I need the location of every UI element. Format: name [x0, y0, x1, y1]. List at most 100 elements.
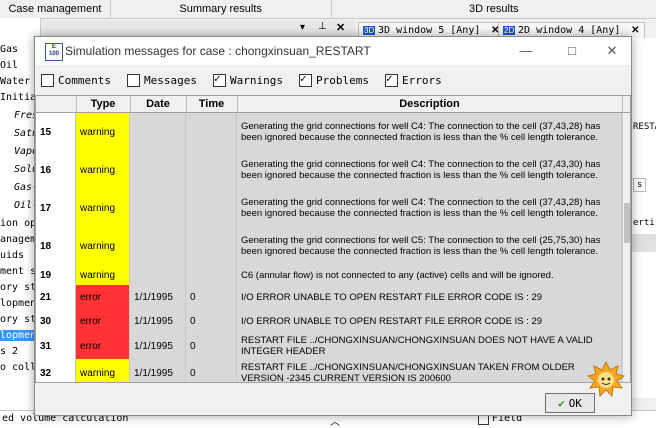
tree-item[interactable]: uids: [0, 250, 24, 261]
messages-checkbox[interactable]: [127, 74, 140, 87]
filter-errors-label: Errors: [402, 74, 442, 87]
col-header-num[interactable]: [36, 96, 77, 112]
filter-comments[interactable]: Comments: [41, 74, 111, 87]
row-type: error: [76, 309, 130, 333]
table-row[interactable]: 15warning Generating the grid connections…: [36, 113, 622, 152]
row-number: 19: [36, 265, 76, 285]
messages-table: Type Date Time Description 15warningGene…: [35, 95, 631, 383]
row-number: 15: [36, 113, 76, 151]
col-header-description[interactable]: Description: [237, 96, 623, 112]
close-icon[interactable]: ✕: [631, 25, 639, 36]
tab-summary-results[interactable]: Summary results: [111, 0, 332, 18]
row-time: 0: [186, 333, 237, 359]
filter-warnings-label: Warnings: [230, 74, 283, 87]
filter-messages[interactable]: Messages: [127, 74, 197, 87]
row-time: [186, 227, 237, 265]
row-description: Generating the grid connections for well…: [237, 227, 622, 265]
tab-3d-window-5-label: 3D window 5 [Any]: [378, 25, 480, 36]
row-date: 1/1/1995: [130, 359, 186, 383]
tree-item[interactable]: s 2: [0, 346, 18, 357]
row-time: 0: [186, 309, 237, 333]
tab-2d-window-4-label: 2D window 4 [Any]: [518, 25, 620, 36]
row-description: Generating the grid connections for well…: [237, 151, 622, 189]
row-type: warning: [76, 227, 130, 265]
table-row[interactable]: 31error1/1/19950RESTART FILE ../CHONGXIN…: [36, 333, 622, 360]
2d-icon: 2D: [503, 26, 515, 35]
right-tab-s[interactable]: s: [633, 178, 646, 192]
filter-messages-label: Messages: [144, 74, 197, 87]
row-number: 32: [36, 359, 76, 383]
simulation-messages-dialog: E100 Simulation messages for case : chon…: [34, 36, 632, 416]
row-number: 17: [36, 189, 76, 227]
row-time: 0: [186, 285, 237, 309]
row-type: error: [76, 285, 130, 309]
scrollbar-thumb[interactable]: [624, 203, 630, 243]
row-time: [186, 113, 237, 151]
tree-item[interactable]: Oil: [0, 60, 18, 71]
row-description: C6 (annular flow) is not connected to an…: [237, 265, 622, 285]
mascot-icon: [586, 360, 626, 400]
right-panel: RESTART s erti: [630, 38, 656, 398]
tree-item[interactable]: Gas: [0, 44, 18, 55]
tab-3d-results[interactable]: 3D results: [332, 0, 656, 18]
col-header-type[interactable]: Type: [76, 96, 131, 112]
row-type: warning: [76, 359, 130, 383]
table-row[interactable]: 16warning Generating the grid connections…: [36, 151, 622, 190]
row-date: [130, 265, 186, 285]
tab-case-management[interactable]: Case management: [0, 0, 111, 18]
row-time: 0: [186, 359, 237, 383]
filter-warnings[interactable]: Warnings: [213, 74, 283, 87]
row-description: Generating the grid connections for well…: [237, 189, 622, 227]
table-scrollbar[interactable]: [622, 113, 631, 382]
errors-checkbox[interactable]: [385, 74, 398, 87]
row-time: [186, 151, 237, 189]
row-date: 1/1/1995: [130, 285, 186, 309]
right-panel-band: [631, 234, 656, 252]
pane-close-icon[interactable]: ✕: [336, 21, 345, 34]
row-number: 31: [36, 333, 76, 359]
row-date: 1/1/1995: [130, 333, 186, 359]
close-button[interactable]: ✕: [597, 41, 627, 61]
checkmark-icon: ✔: [558, 397, 565, 410]
filter-comments-label: Comments: [58, 74, 111, 87]
row-description: I/O ERROR UNABLE TO OPEN RESTART FILE ER…: [237, 285, 622, 309]
row-type: warning: [76, 151, 130, 189]
dialog-title: Simulation messages for case : chongxins…: [65, 44, 371, 58]
3d-icon: 3D: [363, 26, 375, 35]
col-header-time[interactable]: Time: [186, 96, 238, 112]
row-description: RESTART FILE ../CHONGXINSUAN/CHONGXINSUA…: [237, 359, 622, 383]
row-date: [130, 227, 186, 265]
filter-errors[interactable]: Errors: [385, 74, 442, 87]
row-time: [186, 189, 237, 227]
comments-checkbox[interactable]: [41, 74, 54, 87]
filter-problems-label: Problems: [316, 74, 369, 87]
filter-problems[interactable]: Problems: [299, 74, 369, 87]
table-row[interactable]: 19warning C6 (annular flow) is not connec…: [36, 265, 622, 286]
row-type: warning: [76, 189, 130, 227]
row-time: [186, 265, 237, 285]
table-row[interactable]: 18warning Generating the grid connections…: [36, 227, 622, 266]
row-description: Generating the grid connections for well…: [237, 113, 622, 151]
eclipse-logo-icon: E100: [45, 43, 63, 61]
problems-checkbox[interactable]: [299, 74, 312, 87]
row-date: [130, 151, 186, 189]
dialog-titlebar[interactable]: E100 Simulation messages for case : chon…: [35, 37, 631, 65]
table-row[interactable]: 32warning1/1/19950RESTART FILE ../CHONGX…: [36, 359, 622, 383]
minimize-button[interactable]: —: [511, 41, 541, 61]
row-type: warning: [76, 265, 130, 285]
row-number: 18: [36, 227, 76, 265]
pane-pin-icon[interactable]: ⊥: [318, 21, 327, 32]
warnings-checkbox[interactable]: [213, 74, 226, 87]
tree-item[interactable]: Water: [0, 76, 30, 87]
verti-label: erti: [633, 218, 655, 228]
row-description: RESTART FILE ../CHONGXINSUAN/CHONGXINSUA…: [237, 333, 622, 359]
table-row[interactable]: 21error1/1/19950I/O ERROR UNABLE TO OPEN…: [36, 285, 622, 310]
table-row[interactable]: 30error1/1/19950I/O ERROR UNABLE TO OPEN…: [36, 309, 622, 334]
pane-dropdown-icon[interactable]: ▾: [300, 22, 305, 33]
row-number: 16: [36, 151, 76, 189]
table-row[interactable]: 17warning Generating the grid connections…: [36, 189, 622, 228]
col-header-date[interactable]: Date: [130, 96, 187, 112]
maximize-button[interactable]: □: [557, 41, 587, 61]
table-header: Type Date Time Description: [36, 96, 630, 113]
row-type: warning: [76, 113, 130, 151]
